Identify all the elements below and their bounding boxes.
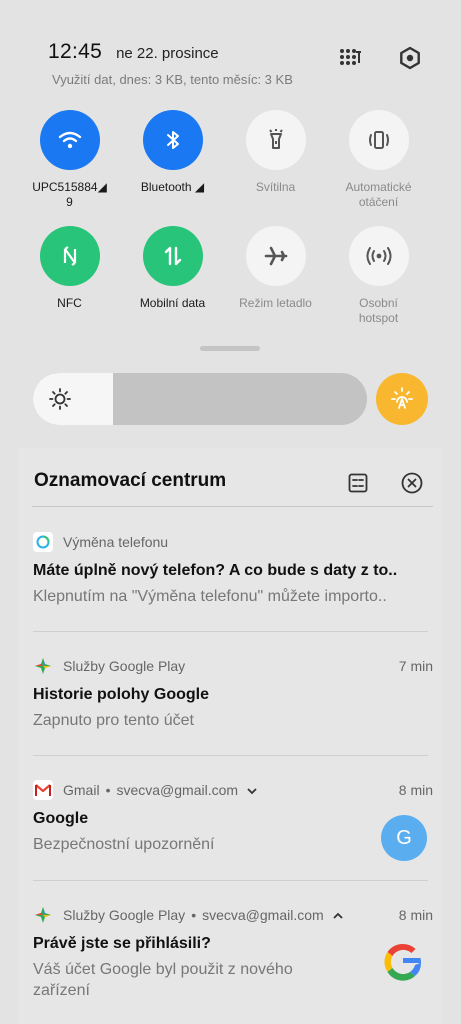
notification-center-title: Oznamovací centrum [34,470,227,491]
auto-brightness-icon [391,387,413,409]
phone-clone-icon [33,532,53,552]
status-bar: 12:45 ne 22. prosince [48,40,219,64]
notification-phone-clone[interactable]: Výměna telefonu Máte úplně nový telefon?… [33,532,433,607]
mobile-data-icon [164,246,181,266]
expand-chevron-icon[interactable] [246,782,258,798]
wifi-toggle[interactable] [39,110,100,170]
notification-header: Gmail • svecva@gmail.com 8 min [33,780,433,800]
bluetooth-icon [166,131,179,149]
notification-text: Zapnuto pro tento účet [33,712,194,729]
notification-header: Výměna telefonu [33,532,433,552]
divider [33,755,428,756]
tile-label: Osobní hotspot [358,296,399,325]
auto-brightness-button[interactable] [376,373,428,425]
notification-time: 8 min [398,782,433,798]
notification-text: Klepnutím na "Výměna telefonu" můžete im… [33,588,387,605]
brightness-icon [47,386,73,412]
tile-auto-rotate[interactable]: Automatické otáčení [327,110,430,214]
flashlight-icon [268,129,283,149]
nfc-icon [63,246,76,266]
tile-label: Svítilna [255,180,296,194]
nfc-toggle[interactable] [39,226,100,286]
settings-icon[interactable] [396,44,424,72]
notification-time: 8 min [398,907,433,923]
app-name: Gmail [63,782,100,798]
date[interactable]: ne 22. prosince [116,45,219,62]
hotspot-toggle[interactable] [348,226,409,286]
account-email: svecva@gmail.com [116,782,239,798]
notification-gmail[interactable]: Gmail • svecva@gmail.com 8 min Google Be… [33,780,433,855]
tile-hotspot[interactable]: Osobní hotspot [327,226,430,330]
notification-location-history[interactable]: Služby Google Play 7 min Historie polohy… [33,656,433,731]
notification-center: Oznamovací centrum Výměna telefonu Máte … [18,448,443,1024]
notification-time: 7 min [398,658,433,674]
clear-all-icon[interactable] [399,470,425,496]
gmail-icon [33,780,53,800]
tile-bluetooth[interactable]: Bluetooth ◢ [121,110,224,214]
wifi-icon [58,131,81,149]
tile-label: Bluetooth ◢ [140,180,205,194]
notification-settings-icon[interactable] [345,470,371,496]
tile-label: Režim letadlo [239,296,312,310]
tile-flashlight[interactable]: Svítilna [224,110,327,214]
clock: 12:45 [48,40,103,63]
brightness-slider[interactable] [33,373,367,425]
tile-wifi[interactable]: UPC515884◢ 9 [18,110,121,214]
auto-rotate-icon [368,131,389,149]
app-name: Výměna telefonu [63,534,169,550]
mobile-data-toggle[interactable] [142,226,203,286]
edit-tiles-icon[interactable] [336,44,364,72]
google-play-services-icon [33,656,53,676]
tile-label: UPC515884◢ 9 [32,180,107,209]
sender-avatar: G [381,815,427,861]
notification-title: Právě jste se přihlásili? [33,935,211,952]
notification-title: Historie polohy Google [33,686,210,703]
notification-title: Google [33,810,89,827]
notification-signin[interactable]: Služby Google Play • svecva@gmail.com 8 … [33,905,433,1001]
quick-settings-grid: UPC515884◢ 9 Bluetooth ◢ Svítilna Automa… [18,110,446,330]
auto-rotate-toggle[interactable] [348,110,409,170]
separator-dot: • [105,782,111,798]
notification-title: Máte úplně nový telefon? A co bude s dat… [33,562,398,579]
drag-handle[interactable] [200,346,260,351]
notification-header: Služby Google Play • svecva@gmail.com 8 … [33,905,433,925]
tile-label: Mobilní data [139,296,206,310]
tile-nfc[interactable]: NFC [18,226,121,330]
notification-text: Bezpečnostní upozornění [33,836,215,853]
divider [33,880,428,881]
google-play-services-icon [33,905,53,925]
collapse-chevron-icon[interactable] [332,907,344,923]
tile-mobile-data[interactable]: Mobilní data [121,226,224,330]
flashlight-toggle[interactable] [245,110,306,170]
notification-text: Váš účet Google byl použit z nového zaří… [33,961,293,999]
airplane-toggle[interactable] [245,226,306,286]
tile-label: NFC [57,296,82,310]
airplane-icon [264,246,287,266]
divider [32,506,433,507]
brightness-fill [33,373,114,425]
divider [33,631,428,632]
bluetooth-toggle[interactable] [142,110,203,170]
account-email: svecva@gmail.com [202,907,324,923]
google-logo-icon [380,939,426,985]
notification-header: Služby Google Play 7 min [33,656,433,676]
separator-dot: • [191,907,197,923]
data-usage[interactable]: Využití dat, dnes: 3 KB, tento měsíc: 3 … [52,72,293,87]
tile-airplane[interactable]: Režim letadlo [224,226,327,330]
app-name: Služby Google Play [63,907,186,923]
tile-label: Automatické otáčení [345,180,412,209]
app-name: Služby Google Play [63,658,186,674]
hotspot-icon [366,247,391,265]
